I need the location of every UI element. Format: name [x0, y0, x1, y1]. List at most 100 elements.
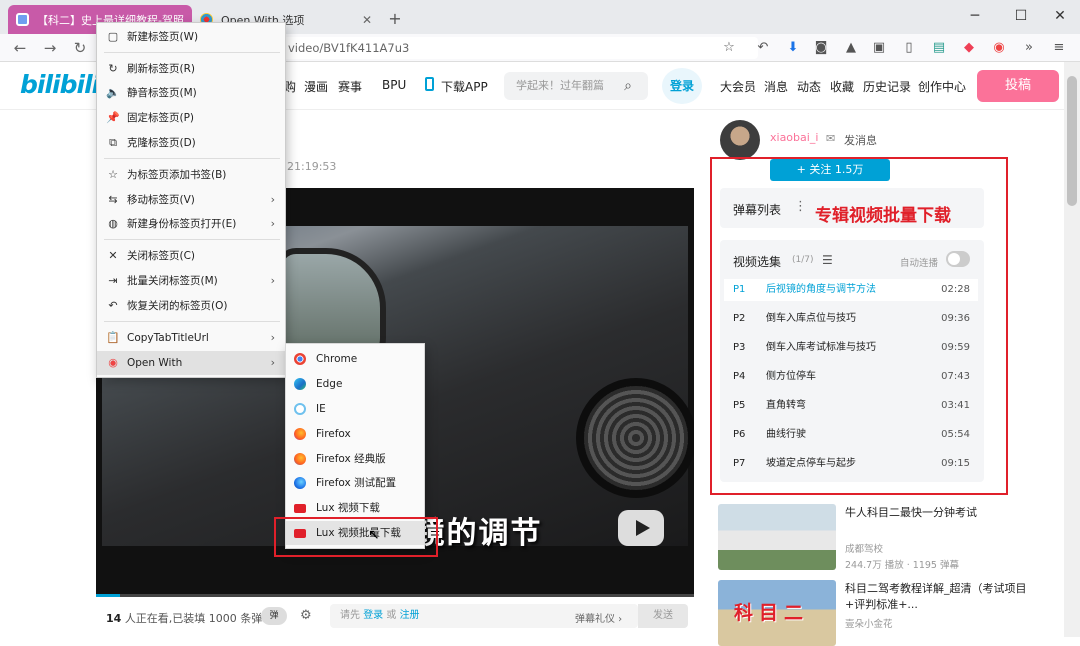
- menu-item-bookmark-tab[interactable]: ☆ 为标签页添加书签(B): [97, 163, 285, 187]
- nav-item-manga[interactable]: 漫画: [304, 78, 328, 95]
- menu-item-close-tab[interactable]: ✕ 关闭标签页(C): [97, 244, 285, 268]
- annotation-highlight-box: [274, 517, 438, 557]
- extension-icon[interactable]: ▣: [870, 39, 888, 57]
- pin-icon: 📌: [106, 111, 120, 124]
- reload-icon: ↻: [108, 62, 118, 75]
- rocket-icon[interactable]: ▲: [842, 39, 860, 57]
- lux-video-icon: [294, 504, 306, 513]
- video-progress-fill: [96, 594, 120, 597]
- video-progress-bar[interactable]: [96, 594, 694, 597]
- play-tv-icon[interactable]: [618, 510, 664, 546]
- undo-close-icon[interactable]: ↶: [754, 39, 772, 57]
- reload-icon[interactable]: ↻: [68, 37, 92, 59]
- open-with-edge[interactable]: Edge: [286, 372, 424, 396]
- menu-item-label: 恢复关闭的标签页(O): [127, 300, 228, 312]
- open-with-firefox-test[interactable]: Firefox 测试配置: [286, 471, 424, 495]
- maximize-button[interactable]: ☐: [1006, 4, 1036, 28]
- nav-item-history[interactable]: 历史记录: [863, 78, 911, 95]
- menu-item-mute-tab[interactable]: 🔈 静音标签页(M): [97, 81, 285, 105]
- nav-item-vip[interactable]: 大会员: [720, 78, 756, 95]
- menu-divider: [104, 239, 280, 240]
- tab-favicon-icon: [16, 13, 29, 26]
- submenu-item-label: Edge: [316, 378, 343, 390]
- submenu-item-label: Chrome: [316, 353, 358, 365]
- menu-item-reload-tab[interactable]: ↻ 刷新标签页(R): [97, 57, 285, 81]
- menu-item-copy-tab-title-url[interactable]: 📋 CopyTabTitleUrl ›: [97, 326, 285, 350]
- open-with-firefox[interactable]: Firefox: [286, 422, 424, 446]
- menu-item-label: 克隆标签页(D): [127, 137, 196, 149]
- danmaku-toggle[interactable]: 弹: [261, 607, 287, 625]
- bookmark-star-icon[interactable]: ☆: [720, 39, 738, 57]
- recommended-author[interactable]: 成都驾校: [845, 541, 883, 555]
- send-message-link[interactable]: 发消息: [844, 132, 877, 148]
- menu-item-label: 关闭标签页(C): [127, 250, 196, 262]
- pocket-icon[interactable]: ◆: [960, 39, 978, 57]
- new-tab-button[interactable]: +: [384, 8, 406, 30]
- mouse-cursor-icon: ↖: [368, 527, 380, 543]
- save-icon[interactable]: ▤: [930, 39, 948, 57]
- recommended-title[interactable]: 牛人科目二最快一分钟考试: [845, 505, 1045, 521]
- submenu-item-label: Firefox: [316, 428, 351, 440]
- forward-icon[interactable]: →: [38, 37, 62, 59]
- recommended-thumbnail[interactable]: [718, 504, 836, 570]
- minimize-button[interactable]: ─: [960, 4, 990, 28]
- bilibili-logo[interactable]: bilibili: [20, 70, 100, 99]
- thumbnail-overlay-text: 科目二: [734, 602, 810, 624]
- edge-icon: [294, 378, 306, 390]
- search-icon[interactable]: ⌕: [618, 76, 638, 96]
- open-with-chrome[interactable]: Chrome: [286, 347, 424, 371]
- menu-item-label: CopyTabTitleUrl: [127, 332, 209, 344]
- nav-item-dynamics[interactable]: 动态: [797, 78, 821, 95]
- menu-item-duplicate-tab[interactable]: ⧉ 克隆标签页(D): [97, 131, 285, 155]
- reader-icon[interactable]: ▯: [900, 39, 918, 57]
- download-icon[interactable]: ⬇: [784, 39, 802, 57]
- back-icon[interactable]: ←: [8, 37, 32, 59]
- nav-item-bpu[interactable]: BPU: [382, 78, 406, 92]
- menu-divider: [104, 158, 280, 159]
- open-with-firefox-classic[interactable]: Firefox 经典版: [286, 447, 424, 471]
- menu-item-label: 移动标签页(V): [127, 194, 195, 206]
- mail-icon: ✉: [826, 132, 836, 145]
- menu-item-open-with[interactable]: ◉ Open With ›: [97, 351, 285, 375]
- menu-item-new-tab[interactable]: ▢ 新建标签页(W): [97, 25, 285, 49]
- menu-item-label: 新建标签页(W): [127, 31, 199, 43]
- menu-item-pin-tab[interactable]: 📌 固定标签页(P): [97, 106, 285, 130]
- recommended-author[interactable]: 壹朵小金花: [845, 616, 893, 630]
- recommended-title[interactable]: 科目二驾考教程详解_超清（考试项目+评判标准+...: [845, 581, 1045, 613]
- open-with-ie[interactable]: IE: [286, 397, 424, 421]
- submenu-item-label: IE: [316, 403, 326, 415]
- clipboard-icon: 📋: [106, 331, 120, 344]
- window-close-button[interactable]: ✕: [1045, 4, 1075, 28]
- chrome-icon[interactable]: ◉: [990, 39, 1008, 57]
- menu-item-label: 静音标签页(M): [127, 87, 197, 99]
- video-vent-shape: [576, 378, 694, 498]
- danmaku-etiquette-link[interactable]: 弹幕礼仪 ›: [575, 610, 622, 625]
- nav-item-creator[interactable]: 创作中心: [918, 78, 966, 95]
- register-link[interactable]: 注册: [400, 610, 420, 621]
- nav-item-favorites[interactable]: 收藏: [830, 78, 854, 95]
- ie-icon: [294, 403, 306, 415]
- avatar[interactable]: [720, 120, 760, 160]
- overflow-icon[interactable]: »: [1020, 39, 1038, 57]
- screenshot-icon[interactable]: ◙: [812, 39, 830, 57]
- menu-item-move-tab[interactable]: ⇆ 移动标签页(V) ›: [97, 188, 285, 212]
- menu-item-container-tab[interactable]: ◍ 新建身份标签页打开(E) ›: [97, 212, 285, 236]
- login-link[interactable]: 登录: [363, 610, 383, 621]
- danmaku-settings-icon[interactable]: ⚙: [300, 608, 318, 624]
- firefox-classic-icon: [294, 453, 306, 465]
- nav-item-events[interactable]: 赛事: [338, 78, 362, 95]
- move-icon: ⇆: [108, 193, 118, 206]
- send-button[interactable]: 发送: [638, 604, 688, 628]
- recommended-stats: 244.7万 播放 · 1195 弹幕: [845, 560, 959, 571]
- login-button[interactable]: 登录: [662, 68, 702, 104]
- nav-item-download-app[interactable]: 下载APP: [441, 78, 488, 95]
- scrollbar-thumb[interactable]: [1067, 76, 1077, 206]
- upload-button[interactable]: 投稿: [977, 70, 1059, 102]
- menu-item-close-multiple[interactable]: ⇥ 批量关闭标签页(M) ›: [97, 269, 285, 293]
- submenu-item-label: Firefox 测试配置: [316, 477, 397, 489]
- nav-item-messages[interactable]: 消息: [764, 78, 788, 95]
- menu-icon[interactable]: ≡: [1050, 39, 1068, 57]
- menu-item-restore-closed[interactable]: ↶ 恢复关闭的标签页(O): [97, 294, 285, 318]
- close-icon[interactable]: ✕: [362, 13, 372, 27]
- uploader-name[interactable]: xiaobai_i: [770, 131, 818, 144]
